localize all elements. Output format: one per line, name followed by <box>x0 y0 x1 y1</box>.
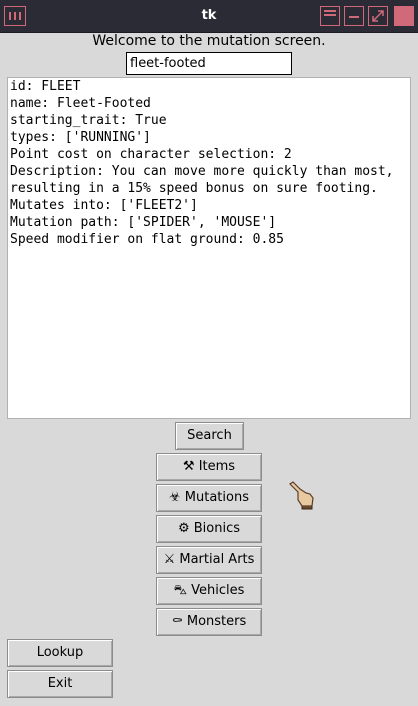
close-icon[interactable] <box>394 6 414 26</box>
detail-line: starting_trait: True <box>10 113 167 128</box>
detail-line: id: FLEET <box>10 79 81 94</box>
welcome-label: Welcome to the mutation screen. <box>92 33 326 49</box>
title-bar[interactable]: tk <box>0 0 418 33</box>
detail-line: types: ['RUNNING'] <box>10 130 151 145</box>
lookup-button[interactable]: Lookup <box>7 639 113 667</box>
detail-line: resulting in a 15% speed bonus on sure f… <box>10 181 378 196</box>
minimize-icon[interactable] <box>344 6 364 26</box>
search-button[interactable]: Search <box>175 422 244 450</box>
vehicles-button[interactable]: ⛍ Vehicles <box>156 577 262 605</box>
details-text-area[interactable]: id: FLEET name: Fleet-Footed starting_tr… <box>7 77 411 419</box>
items-button[interactable]: ⚒ Items <box>156 453 262 481</box>
maximize-icon[interactable] <box>368 6 388 26</box>
detail-line: Speed modifier on flat ground: 0.85 <box>10 232 284 247</box>
hand-cursor-icon <box>289 481 314 510</box>
detail-line: Mutation path: ['SPIDER', 'MOUSE'] <box>10 215 277 230</box>
mutations-button[interactable]: ☣ Mutations <box>156 484 262 512</box>
detail-line: Description: You can move more quickly t… <box>10 164 394 179</box>
martial-arts-button[interactable]: ⚔ Martial Arts <box>156 546 262 574</box>
shade-icon[interactable] <box>320 6 340 26</box>
exit-button[interactable]: Exit <box>7 670 113 698</box>
monsters-button[interactable]: ⚰ Monsters <box>156 608 262 636</box>
detail-line: name: Fleet-Footed <box>10 96 151 111</box>
detail-line: Mutates into: ['FLEET2'] <box>10 198 198 213</box>
detail-line: Point cost on character selection: 2 <box>10 147 292 162</box>
search-input[interactable] <box>126 52 292 75</box>
bionics-button[interactable]: ⚙ Bionics <box>156 515 262 543</box>
